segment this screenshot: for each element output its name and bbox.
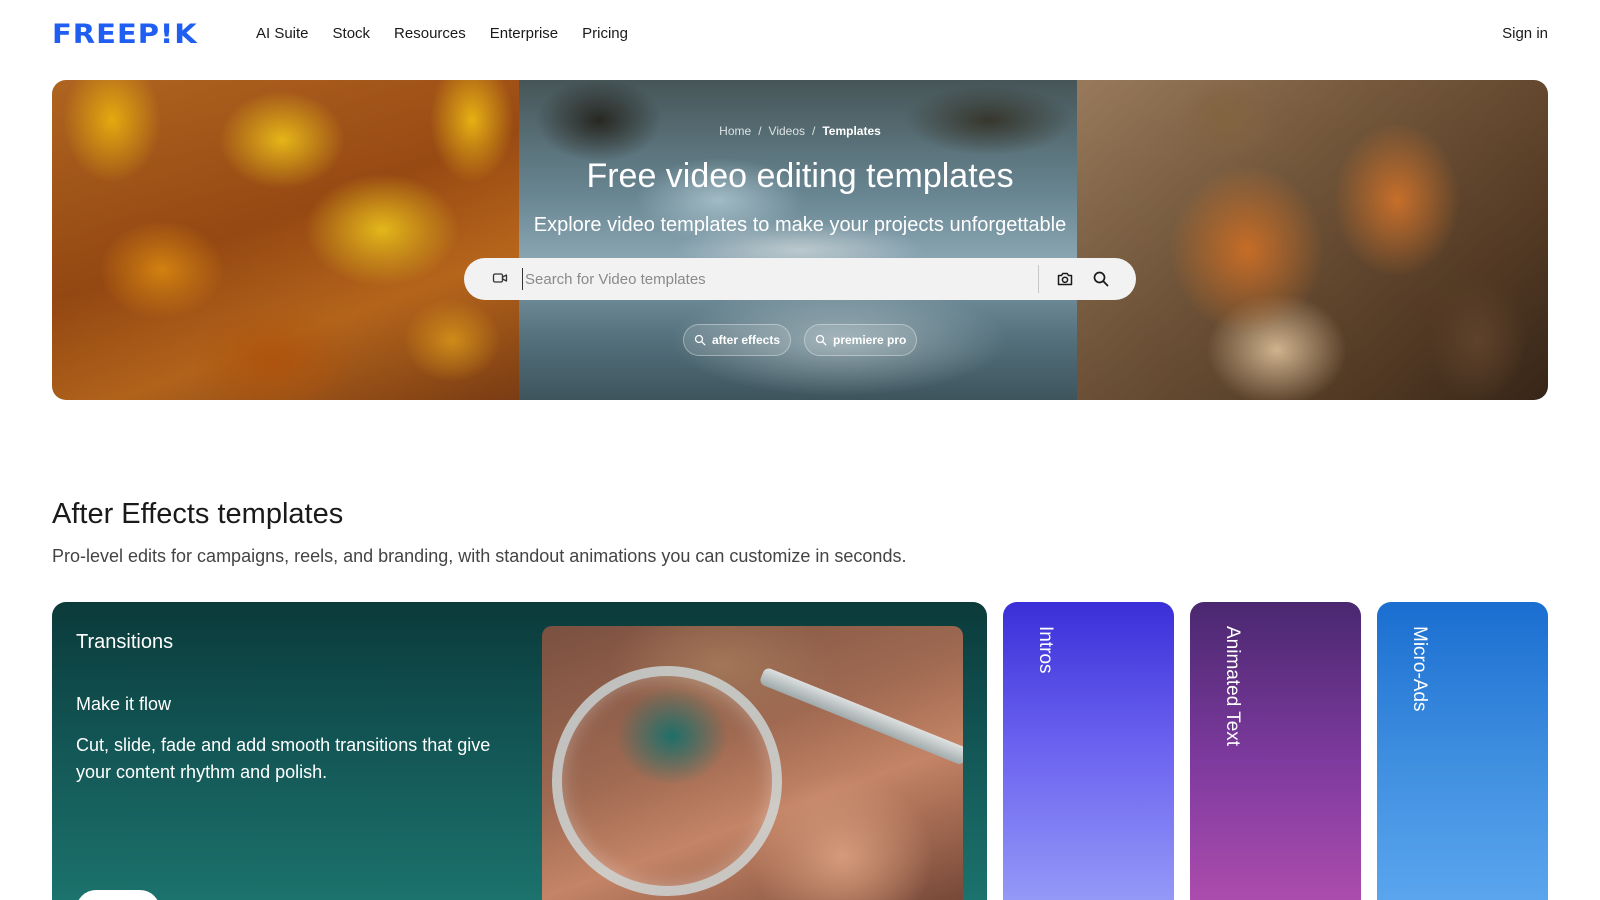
nav-stock[interactable]: Stock [333,22,371,46]
search-divider [1038,265,1039,293]
card-label-micro-ads: Micro-Ads [1409,626,1430,712]
search-icon [815,334,827,346]
card-description: Cut, slide, fade and add smooth transiti… [76,735,491,782]
breadcrumb-separator: / [758,124,762,138]
card-action-button[interactable] [76,890,160,900]
breadcrumb-videos[interactable]: Videos [769,124,805,138]
section-title: After Effects templates [52,498,344,530]
logo-text[interactable]: FREEP!K [52,18,198,49]
section-description: Pro-level edits for campaigns, reels, an… [52,546,907,566]
card-preview-image [542,626,963,900]
chip-label: premiere pro [833,333,907,347]
breadcrumb-home[interactable]: Home [719,124,751,138]
category-card-micro-ads[interactable]: Micro-Ads [1377,602,1548,900]
nav-resources[interactable]: Resources [394,22,466,46]
hero-banner: Home / Videos / Templates Free video editing… [52,80,1548,400]
camera-icon[interactable] [1056,270,1074,288]
breadcrumb-separator: / [812,124,816,138]
search-bar [464,258,1136,300]
glasses-lens [552,666,782,896]
suggestion-chip-after-effects[interactable]: after effects [683,324,792,356]
freepik-logo[interactable]: FREEP!K [52,18,198,49]
video-camera-icon [492,273,508,283]
sign-in-link[interactable]: Sign in [1502,22,1548,46]
card-title: Transitions [76,631,174,653]
page-title: Free video editing templates [586,157,1014,195]
category-card-animated-text[interactable]: Animated Text [1190,602,1361,900]
nav-pricing[interactable]: Pricing [582,22,628,46]
card-label-intros: Intros [1035,626,1056,674]
nav-ai-suite[interactable]: AI Suite [256,22,309,46]
category-card-intros[interactable]: Intros [1003,602,1174,900]
search-icon [694,334,706,346]
main-nav: AI Suite Stock Resources Enterprise Pric… [256,22,652,46]
search-icon[interactable] [1092,270,1110,288]
breadcrumb: Home / Videos / Templates [52,124,1548,138]
search-input[interactable] [522,268,1022,290]
top-header: FREEP!K AI Suite Stock Resources Enterpr… [0,0,1600,68]
breadcrumb-templates: Templates [822,124,881,138]
card-subtitle: Make it flow [76,694,172,714]
category-card-transitions[interactable]: Transitions Make it flow Cut, slide, fad… [52,602,987,900]
card-label-animated-text: Animated Text [1222,626,1243,747]
glasses-temple [758,666,963,766]
suggestion-chip-premiere-pro[interactable]: premiere pro [804,324,918,356]
chip-label: after effects [712,333,781,347]
page-subtitle: Explore video templates to make your pro… [533,214,1067,236]
nav-enterprise[interactable]: Enterprise [490,22,558,46]
